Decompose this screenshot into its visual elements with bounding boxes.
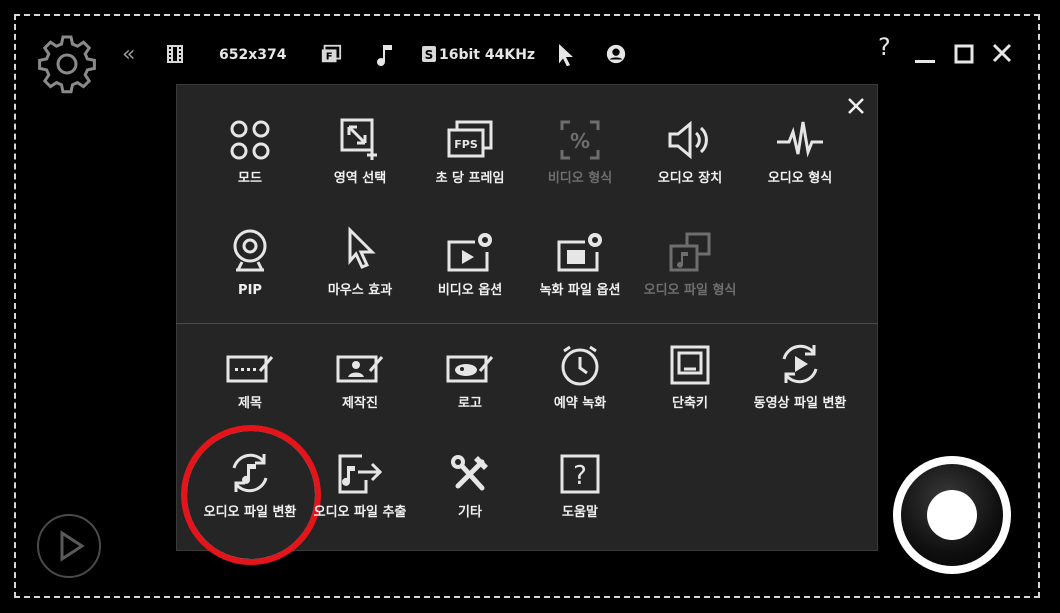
menu-item-help[interactable]: ? 도움말 — [525, 446, 635, 546]
cursor-icon — [348, 226, 376, 269]
menu-item-label: 모드 — [238, 171, 262, 186]
settings-gear-icon[interactable] — [36, 33, 98, 95]
menu-item-credits[interactable]: 제작진 — [305, 337, 415, 437]
webcam-badge-icon — [606, 44, 626, 64]
menu-item-label: 제작진 — [342, 396, 378, 411]
maximize-icon[interactable] — [952, 40, 976, 66]
menu-item-title[interactable]: 제목 — [195, 337, 305, 437]
menu-item-label: 로고 — [458, 396, 482, 411]
audio-bitrate-badge-icon: S — [422, 46, 436, 62]
close-window-icon[interactable] — [990, 40, 1014, 66]
mode-icon — [230, 120, 270, 160]
menu-item-label: 오디오 파일 변환 — [203, 505, 297, 520]
video-format-icon: % — [560, 120, 600, 160]
title-icon — [226, 355, 274, 383]
menu-item-record-file-options[interactable]: 녹화 파일 옵션 — [525, 224, 635, 324]
record-dot-icon — [927, 490, 977, 540]
menu-item-mode[interactable]: 모드 — [195, 112, 305, 212]
menu-item-label: 초 당 프레임 — [435, 171, 505, 186]
menu-item-label: 예약 녹화 — [553, 396, 607, 411]
menu-item-label: 오디오 파일 형식 — [643, 283, 737, 298]
resolution-text: 652x374 — [219, 47, 287, 63]
video-convert-icon — [782, 344, 818, 384]
svg-text:S: S — [425, 48, 434, 62]
menu-item-label: 마우스 효과 — [327, 283, 393, 298]
menu-item-label: 도움말 — [562, 505, 598, 520]
menu-item-video-convert[interactable]: 동영상 파일 변환 — [745, 337, 855, 437]
menu-item-label: 녹화 파일 옵션 — [539, 283, 621, 298]
menu-item-audio-convert[interactable]: 오디오 파일 변환 — [195, 446, 305, 546]
menu-item-label: 기타 — [458, 505, 482, 520]
audio-convert-icon — [232, 453, 268, 493]
svg-text:?: ? — [573, 461, 587, 491]
menu-item-label: 동영상 파일 변환 — [753, 396, 847, 411]
menu-item-pip[interactable]: PIP — [195, 224, 305, 324]
audio-file-format-icon — [669, 232, 711, 272]
help-button[interactable]: ? — [878, 35, 891, 59]
menu-item-video-format[interactable]: % 비디오 형식 — [525, 112, 635, 212]
menu-item-hotkey[interactable]: 단축키 — [635, 337, 745, 437]
menu-item-label: 제목 — [238, 396, 262, 411]
webcam-icon — [233, 229, 267, 272]
logo-icon — [446, 355, 494, 383]
menu-item-label: 단축키 — [672, 396, 708, 411]
menu-item-label: 영역 선택 — [333, 171, 387, 186]
music-note-icon — [377, 45, 392, 66]
menu-item-label: 비디오 형식 — [547, 171, 613, 186]
audio-format-text: 16bit 44KHz — [439, 47, 536, 63]
speaker-icon — [668, 120, 708, 160]
menu-item-audio-format[interactable]: 오디오 형식 — [745, 112, 855, 212]
menu-item-fps[interactable]: FPS 초 당 프레임 — [415, 112, 525, 212]
hotkey-icon — [670, 345, 710, 385]
fps-badge-icon: F — [321, 44, 342, 63]
menu-item-label: 비디오 옵션 — [437, 283, 503, 298]
help-icon: ? — [560, 454, 600, 494]
menu-item-label: PIP — [238, 283, 262, 298]
fps-icon: FPS — [447, 120, 493, 158]
menu-item-label: 오디오 장치 — [657, 171, 723, 186]
tools-icon — [451, 455, 488, 491]
menu-item-mouse-effect[interactable]: 마우스 효과 — [305, 224, 415, 324]
svg-text:FPS: FPS — [454, 138, 478, 151]
menu-item-logo[interactable]: 로고 — [415, 337, 525, 437]
audio-extract-icon — [338, 454, 383, 494]
waveform-icon — [777, 121, 823, 158]
area-select-icon — [340, 118, 377, 160]
menu-item-video-options[interactable]: 비디오 옵션 — [415, 224, 525, 324]
menu-item-label: 오디오 파일 추출 — [313, 505, 407, 520]
record-file-options-icon — [557, 233, 602, 272]
play-icon — [60, 530, 85, 562]
film-icon — [167, 45, 183, 63]
play-button[interactable] — [37, 514, 101, 578]
collapse-chevrons-icon[interactable]: « — [122, 44, 144, 66]
menu-item-label: 오디오 형식 — [767, 171, 833, 186]
minimize-icon[interactable] — [913, 40, 937, 66]
menu-item-audio-file-format[interactable]: 오디오 파일 형식 — [635, 224, 745, 324]
clock-icon — [561, 345, 599, 386]
credits-icon — [336, 355, 384, 383]
video-options-icon — [447, 233, 492, 272]
menu-item-etc[interactable]: 기타 — [415, 446, 525, 546]
menu-item-area-select[interactable]: 영역 선택 — [305, 112, 415, 212]
menu-item-audio-extract[interactable]: 오디오 파일 추출 — [305, 446, 415, 546]
menu-item-audio-device[interactable]: 오디오 장치 — [635, 112, 745, 212]
svg-text:F: F — [326, 52, 333, 63]
cursor-pointer-icon — [559, 44, 573, 66]
record-button[interactable] — [893, 456, 1011, 574]
menu-item-scheduled-recording[interactable]: 예약 녹화 — [525, 337, 635, 437]
svg-text:%: % — [570, 129, 590, 153]
